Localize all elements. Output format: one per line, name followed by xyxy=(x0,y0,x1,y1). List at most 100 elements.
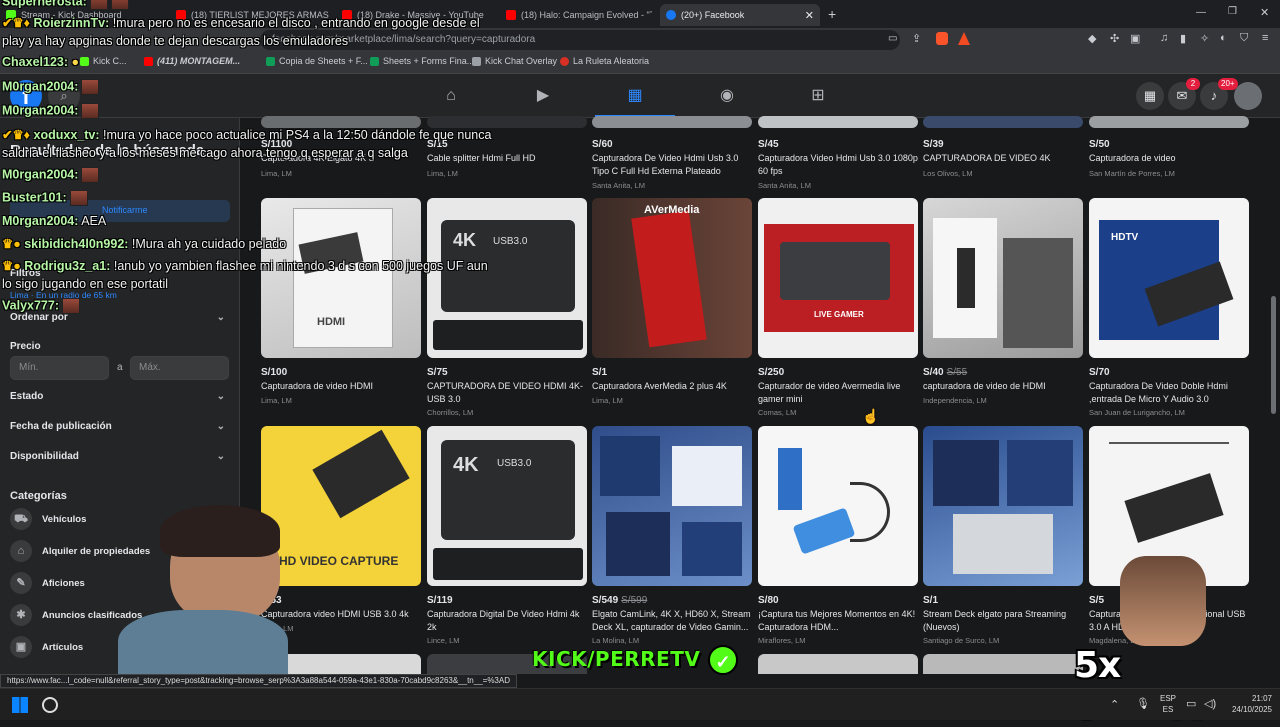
listing-image xyxy=(592,116,752,128)
wallet-icon[interactable]: ◐ xyxy=(1220,32,1227,44)
vpn-icon[interactable]: ⛉ xyxy=(1240,32,1248,45)
price-min-input[interactable]: Mín. xyxy=(10,356,109,380)
chevron-down-icon: ⌄ xyxy=(216,312,225,323)
listing-price: S/5 xyxy=(1089,595,1105,606)
date-dropdown[interactable]: Fecha de publicación ⌄ xyxy=(10,421,225,432)
listing-image xyxy=(592,426,752,586)
search-icon[interactable] xyxy=(42,697,58,713)
listing-title: CAPTURADORA DE VIDEO HDMI 4K-USB 3.0 xyxy=(427,381,584,404)
emote-icon xyxy=(81,103,100,119)
video-nav-icon[interactable]: ▶ xyxy=(533,86,553,106)
tag-icon: ✱ xyxy=(10,604,32,626)
network-icon[interactable]: ▭ xyxy=(1186,697,1196,710)
menu-grid-icon[interactable]: ▦ xyxy=(1136,82,1164,110)
listing-title: Capturadora de video HDMI xyxy=(261,381,374,391)
category-classifieds[interactable]: ✱ Anuncios clasificados xyxy=(10,603,142,627)
category-hobbies[interactable]: ✎ Aficiones xyxy=(10,571,85,595)
groups-nav-icon[interactable]: ◉ xyxy=(717,86,737,106)
sidebar-icon[interactable]: ▮ xyxy=(1180,32,1186,45)
chevron-up-icon[interactable]: ⌃ xyxy=(1110,698,1119,711)
cast-icon[interactable]: ▭ xyxy=(888,33,897,44)
tab-facebook[interactable]: (20+) Facebook ✕ xyxy=(660,4,820,26)
listing-price: S/70 xyxy=(1089,367,1110,378)
listing-image: HDTV xyxy=(1089,198,1249,358)
listing-title: ¡Captura tus Mejores Momentos en 4K! Cap… xyxy=(758,609,916,632)
listing-title: capturadora de video de HDMI xyxy=(923,381,1046,391)
volume-icon[interactable]: ◁) xyxy=(1204,697,1216,710)
listing-location: San Martín de Porres, LM xyxy=(1089,169,1175,178)
leo-icon[interactable]: ✧ xyxy=(1200,32,1209,45)
listing-image: 4K USB3.0 xyxy=(427,198,587,358)
extensions-puzzle-icon[interactable]: ✣ xyxy=(1110,32,1119,45)
listing-image[interactable] xyxy=(923,654,1083,674)
windows-start-icon[interactable] xyxy=(12,697,28,713)
chat-line: play ya hay apginas donde te dejan desca… xyxy=(2,34,349,48)
emote-icon xyxy=(89,0,108,10)
availability-dropdown[interactable]: Disponibilidad ⌄ xyxy=(10,451,225,462)
tab-halo[interactable]: (18) Halo: Campaign Evolved - "The xyxy=(500,4,652,26)
new-tab-icon[interactable]: + xyxy=(828,6,836,22)
minimize-icon[interactable]: — xyxy=(1196,7,1206,18)
brave-shield-icon[interactable] xyxy=(936,32,948,45)
meme-face-image xyxy=(1120,556,1206,646)
listing-price: S/45 xyxy=(758,139,779,150)
share-icon[interactable]: ⇪ xyxy=(912,32,921,45)
listing-price: S/100 xyxy=(261,367,288,378)
bookmark-sheets-copy[interactable]: Copia de Sheets + F... xyxy=(266,56,368,66)
emote-icon xyxy=(81,79,100,95)
listing-title: CAPTURADORA DE VIDEO 4K xyxy=(923,153,1051,163)
listing-price: S/39 xyxy=(923,139,944,150)
language-indicator[interactable]: ESP ES xyxy=(1160,693,1176,715)
clock[interactable]: 21:07 24/10/2025 xyxy=(1222,693,1272,715)
page-scrollbar[interactable] xyxy=(1271,296,1276,414)
status-url: https://www.fac...l_code=null&referral_s… xyxy=(0,674,517,688)
microphone-icon[interactable]: 🎙 xyxy=(1136,697,1150,710)
emote-icon xyxy=(110,0,129,10)
bookmark-kick-chat[interactable]: Kick Chat Overlay xyxy=(472,56,557,66)
category-articles[interactable]: ▣ Artículos xyxy=(10,635,83,659)
state-dropdown[interactable]: Estado ⌄ xyxy=(10,391,225,402)
listing-price: S/549 xyxy=(592,595,619,606)
media-icon[interactable]: ♫ xyxy=(1160,32,1168,44)
listing-image[interactable] xyxy=(758,654,918,674)
bookmark-kick[interactable]: Kick C... xyxy=(80,56,127,66)
messenger-badge: 2 xyxy=(1186,78,1200,90)
category-vehicles[interactable]: ⛟ Vehículos xyxy=(10,507,86,531)
url-input[interactable]: facebook.com/marketplace/lima/search?que… xyxy=(260,30,900,50)
bookmark-sheets-forms[interactable]: Sheets + Forms Fina... xyxy=(370,56,474,66)
avatar[interactable] xyxy=(1234,82,1262,110)
listing-location: Chorrillos, LM xyxy=(427,408,474,417)
streamer-hair xyxy=(160,505,280,557)
brave-rewards-icon[interactable] xyxy=(958,32,970,45)
box-icon: ▣ xyxy=(10,636,32,658)
screenshot-icon[interactable]: ▣ xyxy=(1130,32,1140,45)
bookmark-montagem[interactable]: (411) MONTAGEM... xyxy=(144,56,240,66)
listing-image: HD VIDEO CAPTURE xyxy=(261,426,421,586)
gaming-nav-icon[interactable]: ⊞ xyxy=(808,86,828,106)
extension-diamond-icon[interactable]: ◆ xyxy=(1088,32,1096,45)
marketplace-nav-icon[interactable]: ▦ xyxy=(625,86,645,106)
listing-location: Santiago de Surco, LM xyxy=(923,636,1000,645)
listing-price: S/40 xyxy=(923,367,944,378)
close-window-icon[interactable]: ✕ xyxy=(1260,6,1269,19)
listing-price: S/75 xyxy=(427,367,448,378)
emote-icon: ● xyxy=(68,55,80,69)
close-tab-icon[interactable]: ✕ xyxy=(805,9,814,22)
listing-image: 4K USB3.0 xyxy=(427,426,587,586)
price-max-input[interactable]: Máx. xyxy=(130,356,229,380)
listing-image: AVerMedia xyxy=(592,198,752,358)
car-icon: ⛟ xyxy=(10,508,32,530)
listing-location: Comas, LM xyxy=(758,408,797,417)
page-icon xyxy=(472,56,481,66)
menu-icon[interactable]: ≡ xyxy=(1262,32,1268,44)
chevron-down-icon: ⌄ xyxy=(216,451,225,462)
bookmark-ruleta[interactable]: La Ruleta Aleatoria xyxy=(560,56,649,66)
category-rentals[interactable]: ⌂ Alquiler de propiedades xyxy=(10,539,150,563)
chevron-down-icon: ⌄ xyxy=(216,421,225,432)
listing-location: Miraflores, LM xyxy=(758,636,806,645)
listing-location: San Juan de Lurigancho, LM xyxy=(1089,408,1185,417)
home-nav-icon[interactable]: ⌂ xyxy=(441,86,461,106)
emote-icon xyxy=(69,190,88,206)
listing-location: Independencia, LM xyxy=(923,396,987,405)
maximize-icon[interactable]: ❐ xyxy=(1228,6,1237,17)
